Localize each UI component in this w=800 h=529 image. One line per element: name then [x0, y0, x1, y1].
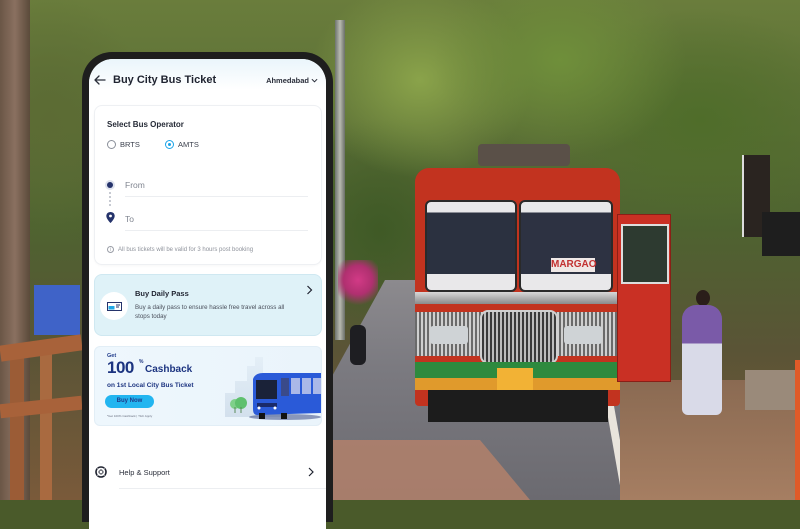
promo-amount: 100 [107, 358, 134, 377]
radio-amts[interactable]: AMTS [165, 140, 199, 149]
to-placeholder: To [125, 214, 134, 224]
bus-grille [480, 310, 558, 364]
bus-windshield-left [425, 200, 517, 292]
bus-destination-sign: MARGAO [551, 258, 597, 272]
roadside-sign-back [762, 212, 800, 256]
route-connector [109, 192, 111, 208]
pass-icon-circle [100, 292, 128, 320]
fence-post [40, 340, 52, 500]
radio-label: BRTS [120, 140, 140, 149]
divider [119, 488, 326, 489]
pink-flowers [338, 260, 378, 310]
radio-label: AMTS [178, 140, 199, 149]
chevron-down-icon [311, 78, 318, 83]
page-title: Buy City Bus Ticket [113, 74, 217, 86]
origin-dot-icon [107, 182, 113, 188]
help-support-label: Help & Support [119, 468, 170, 477]
bus-chrome-strip [415, 292, 620, 304]
city-label: Ahmedabad [266, 76, 309, 85]
validity-note: i All bus tickets will be valid for 3 ho… [107, 246, 253, 253]
info-icon: i [107, 246, 114, 253]
daily-pass-description: Buy a daily pass to ensure hassle free t… [135, 304, 285, 320]
booking-card: Select Bus Operator BRTS AMTS From To i … [94, 105, 322, 265]
orange-pole [795, 360, 800, 500]
from-input[interactable]: From [125, 178, 308, 197]
buy-now-button[interactable]: Buy Now [105, 395, 154, 408]
bus-windshield-right [519, 200, 613, 292]
chevron-right-icon [308, 467, 314, 477]
from-placeholder: From [125, 180, 145, 190]
promo-subtitle: on 1st Local City Bus Ticket [107, 382, 194, 389]
cow [350, 325, 366, 365]
cashback-banner[interactable]: Get 100 % Cashback on 1st Local City Bus… [94, 346, 322, 426]
bus-headlight-right [564, 326, 602, 344]
bus-undercarriage [428, 390, 608, 422]
blue-tarp [34, 285, 80, 335]
location-pin-icon [106, 212, 115, 223]
pedestrian-head [696, 290, 710, 306]
to-input[interactable]: To [125, 212, 308, 231]
chevron-right-icon [307, 285, 313, 295]
help-support-row[interactable]: Help & Support [89, 458, 326, 489]
app-screen: Buy City Bus Ticket Ahmedabad Select Bus… [89, 59, 326, 529]
operator-label: Select Bus Operator [107, 120, 184, 129]
bus-license-plate [497, 368, 533, 390]
pedestrian-woman [682, 305, 722, 415]
promo-cashback: Cashback [145, 364, 193, 375]
phone-frame: Buy City Bus Ticket Ahmedabad Select Bus… [82, 52, 333, 529]
bus-roof-rack [478, 144, 570, 166]
back-arrow-icon[interactable] [93, 73, 107, 87]
stone-wall [745, 370, 800, 410]
ticket-pass-icon [107, 302, 122, 311]
city-selector[interactable]: Ahmedabad [266, 76, 318, 85]
blue-bus-illustration [249, 373, 321, 420]
validity-text: All bus tickets will be valid for 3 hour… [118, 246, 254, 253]
daily-pass-title: Buy Daily Pass [135, 289, 189, 298]
bus-door-window [621, 224, 669, 284]
promo-terms: *Get 100% Cashback | T&C Apply [107, 414, 153, 418]
daily-pass-card[interactable]: Buy Daily Pass Buy a daily pass to ensur… [94, 274, 322, 336]
app-header: Buy City Bus Ticket Ahmedabad [89, 59, 326, 103]
radio-brts[interactable]: BRTS [107, 140, 140, 149]
bus-headlight-left [430, 326, 468, 344]
radio-button-selected[interactable] [165, 140, 174, 149]
fence-post [10, 345, 24, 500]
promo-percent: % [139, 359, 144, 365]
lifebuoy-icon [95, 466, 107, 478]
radio-button[interactable] [107, 140, 116, 149]
